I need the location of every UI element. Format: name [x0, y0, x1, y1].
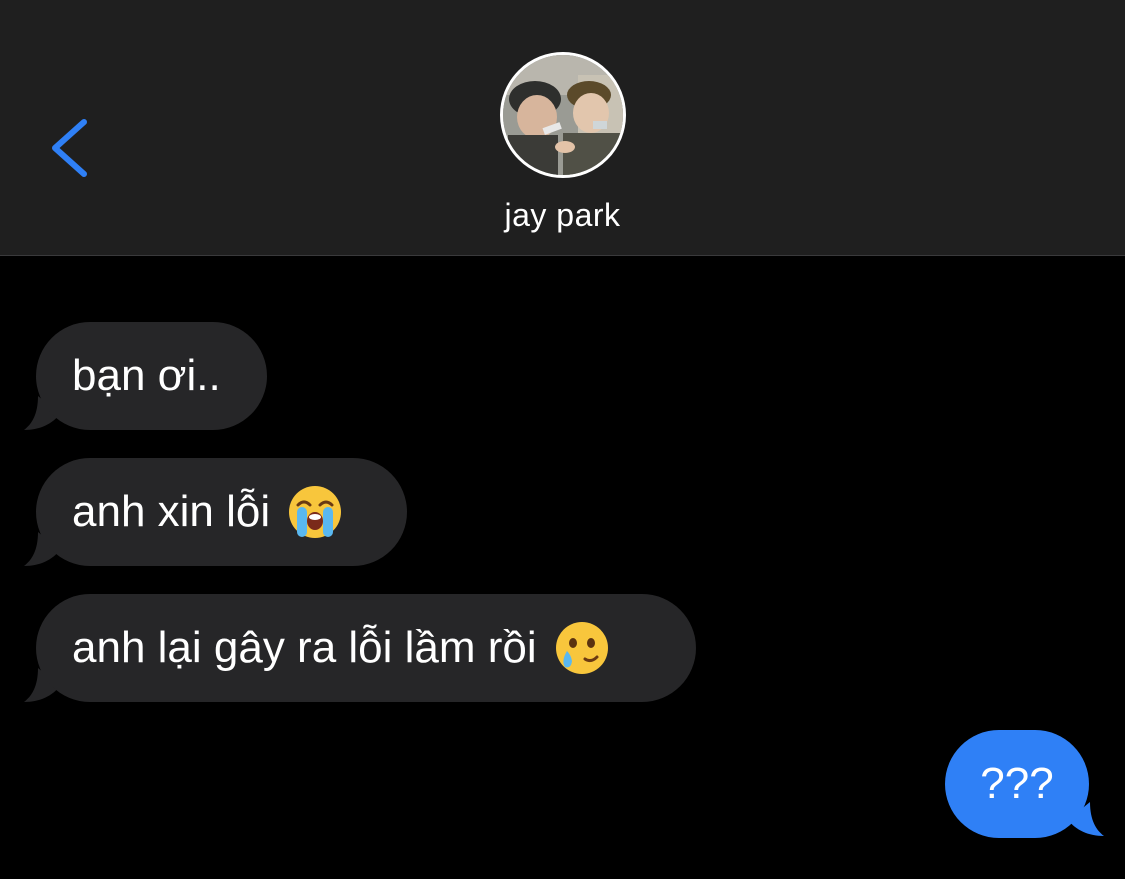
- contact-avatar[interactable]: [500, 52, 626, 178]
- back-button[interactable]: [40, 110, 110, 190]
- outgoing-message[interactable]: ???: [945, 730, 1089, 838]
- incoming-message[interactable]: bạn ơi..: [36, 322, 267, 430]
- message-text: anh lại gây ra lỗi lầm rồi: [72, 623, 537, 672]
- message-thread: bạn ơi.. anh xin lỗi anh lại gây ra lỗi …: [0, 256, 1125, 879]
- chevron-left-icon: [52, 119, 87, 177]
- loudly-crying-face-icon: [288, 485, 342, 539]
- contact-name[interactable]: jay park: [0, 197, 1125, 234]
- message-text: ???: [980, 759, 1054, 808]
- incoming-message[interactable]: anh lại gây ra lỗi lầm rồi: [36, 594, 696, 702]
- face-holding-back-tears-icon: [555, 621, 609, 675]
- message-text: anh xin lỗi: [72, 487, 271, 536]
- message-text: bạn ơi..: [72, 351, 221, 400]
- incoming-message[interactable]: anh xin lỗi: [36, 458, 407, 566]
- contact-photo: [503, 55, 623, 175]
- conversation-header: jay park: [0, 0, 1125, 256]
